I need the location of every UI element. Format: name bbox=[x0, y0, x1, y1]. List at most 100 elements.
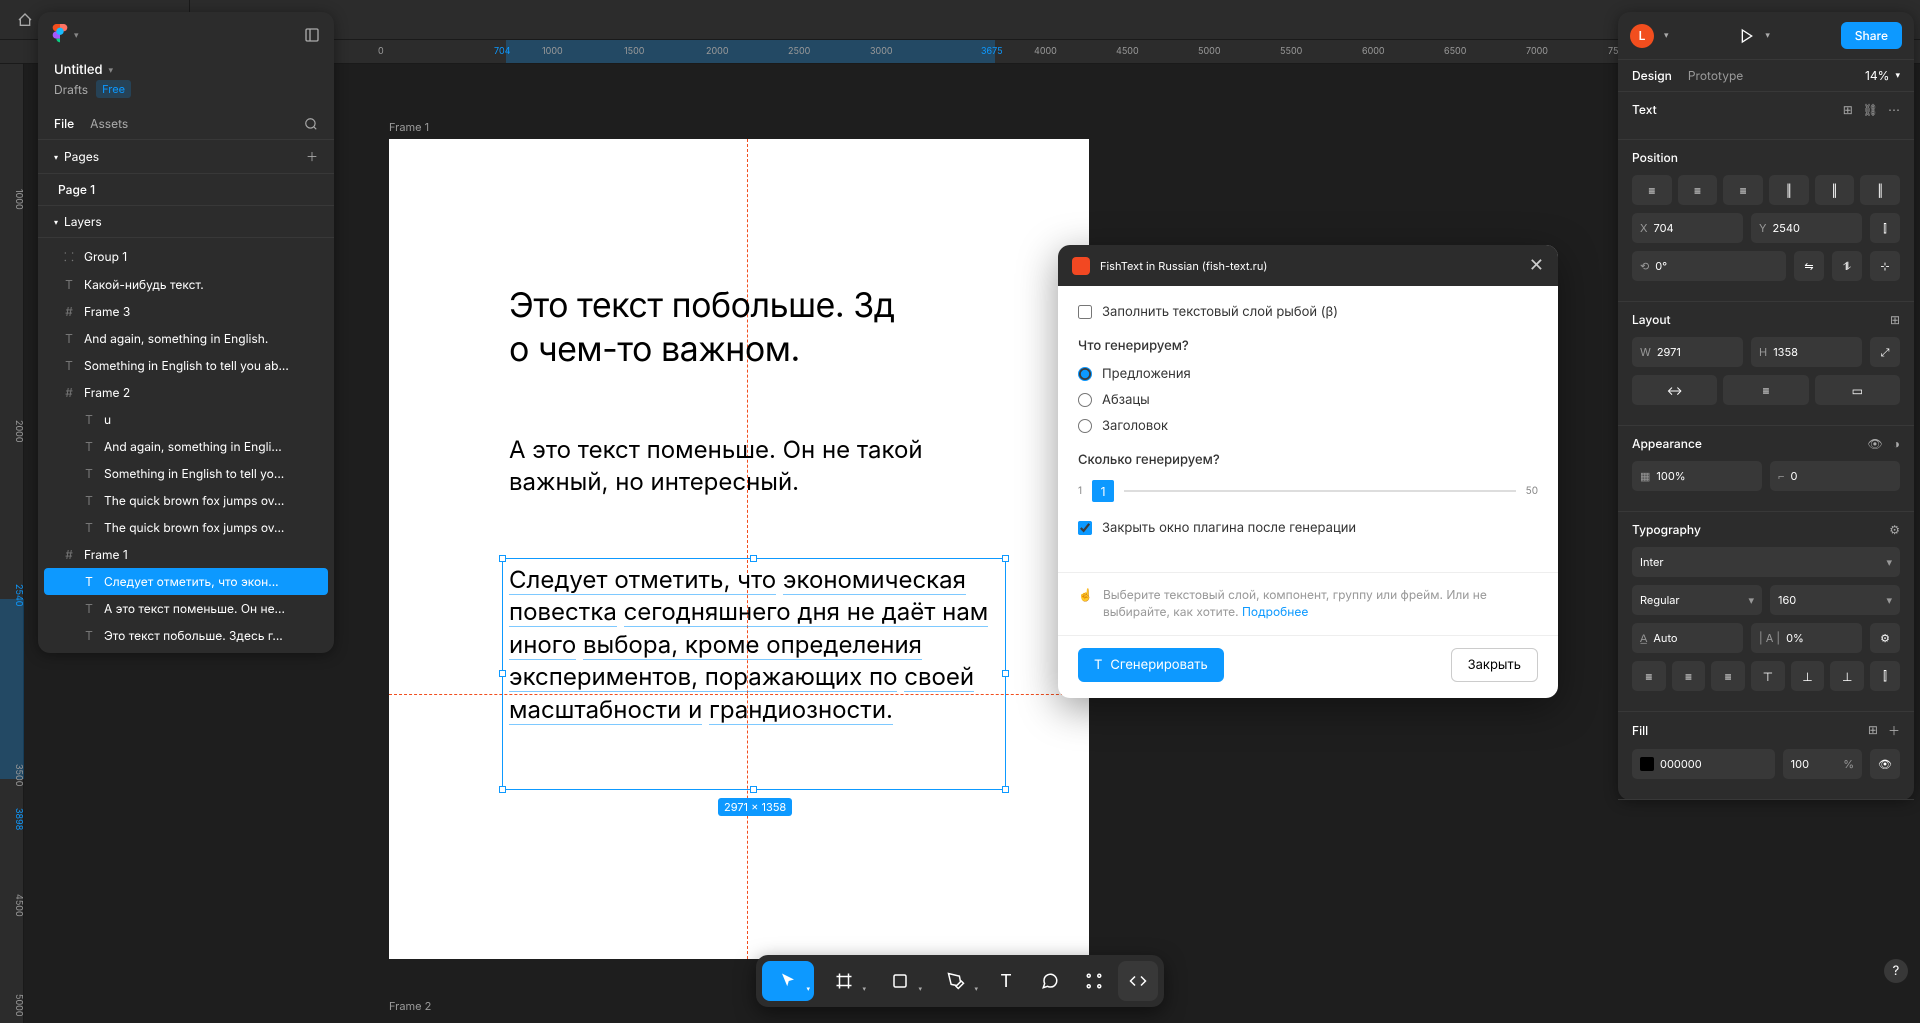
page-1[interactable]: Page 1 bbox=[38, 174, 334, 206]
layer-row[interactable]: TА это текст поменьше. Он не... bbox=[38, 595, 334, 622]
layer-row[interactable]: TThe quick brown fox jumps ov... bbox=[38, 514, 334, 541]
actions-tool[interactable] bbox=[1074, 961, 1114, 1001]
layer-row[interactable]: #Frame 2 bbox=[38, 379, 334, 406]
width-field[interactable]: W2971 bbox=[1632, 337, 1743, 367]
layer-row[interactable]: TThe quick brown fox jumps ov... bbox=[38, 487, 334, 514]
tab-file[interactable]: File bbox=[54, 116, 74, 131]
selection-handle[interactable] bbox=[750, 786, 757, 793]
layer-row[interactable]: ⸬Group 1 bbox=[38, 242, 334, 271]
visibility-icon[interactable]: 👁 bbox=[1868, 436, 1883, 451]
radio-sentences[interactable]: Предложения bbox=[1078, 366, 1538, 382]
text-align-bottom-icon[interactable]: ⊥ bbox=[1830, 661, 1864, 691]
layer-row[interactable]: TСледует отметить, что экон... bbox=[44, 568, 328, 595]
project-title[interactable]: Untitled ▾ bbox=[38, 58, 334, 78]
fill-visibility-icon[interactable]: 👁 bbox=[1870, 749, 1900, 779]
radio-paragraphs[interactable]: Абзацы bbox=[1078, 392, 1538, 408]
close-icon[interactable]: ✕ bbox=[1529, 255, 1544, 276]
zoom-level[interactable]: 14%▾ bbox=[1865, 68, 1900, 83]
blend-icon[interactable]: ◑ bbox=[1893, 436, 1900, 451]
weight-field[interactable]: Regular▾ bbox=[1632, 585, 1762, 615]
dev-mode-tool[interactable] bbox=[1118, 961, 1158, 1001]
layer-row[interactable]: TSomething in English to tell you ab... bbox=[38, 352, 334, 379]
size-field[interactable]: 160▾ bbox=[1770, 585, 1900, 615]
letter-spacing-field[interactable]: | A |0% bbox=[1751, 623, 1862, 653]
selection-handle[interactable] bbox=[1002, 670, 1009, 677]
drafts-label[interactable]: Drafts bbox=[54, 82, 88, 97]
x-field[interactable]: X704 bbox=[1632, 213, 1743, 243]
help-button[interactable]: ? bbox=[1884, 959, 1908, 983]
text-align-right-icon[interactable]: ≡ bbox=[1711, 661, 1745, 691]
lock-aspect-icon[interactable]: ⤢ bbox=[1870, 337, 1900, 367]
slider-track[interactable] bbox=[1124, 490, 1516, 492]
layer-row[interactable]: #Frame 1 bbox=[38, 541, 334, 568]
flip-v-icon[interactable]: ⥮ bbox=[1832, 251, 1862, 281]
typography-more-icon[interactable]: ⚙ bbox=[1870, 623, 1900, 653]
align-bottom-icon[interactable]: ‖ bbox=[1860, 175, 1900, 205]
layer-row[interactable]: TAnd again, something in English. bbox=[38, 325, 334, 352]
section-layers[interactable]: ▾Layers bbox=[38, 206, 334, 238]
layer-row[interactable]: TAnd again, something in Engli... bbox=[38, 433, 334, 460]
text-align-center-icon[interactable]: ≡ bbox=[1672, 661, 1706, 691]
position-more-icon[interactable]: ⫿ bbox=[1870, 213, 1900, 243]
free-badge[interactable]: Free bbox=[96, 80, 131, 98]
radius-field[interactable]: ⌐0 bbox=[1770, 461, 1900, 491]
modal-header[interactable]: FishText in Russian (fish-text.ru) ✕ bbox=[1058, 245, 1558, 286]
selection-handle[interactable] bbox=[1002, 786, 1009, 793]
opacity-field[interactable]: ▦100% bbox=[1632, 461, 1762, 491]
fill-styles-icon[interactable]: ⊞ bbox=[1868, 722, 1878, 739]
y-field[interactable]: Y2540 bbox=[1751, 213, 1862, 243]
close-button[interactable]: Закрыть bbox=[1451, 648, 1538, 682]
avatar[interactable]: L bbox=[1630, 24, 1654, 48]
comment-tool[interactable] bbox=[1030, 961, 1070, 1001]
link-icon[interactable]: ⛓ bbox=[1863, 102, 1878, 117]
radio-headings[interactable]: Заголовок bbox=[1078, 418, 1538, 434]
flip-h-icon[interactable]: ⇋ bbox=[1794, 251, 1824, 281]
search-icon[interactable] bbox=[304, 117, 318, 131]
rotation-field[interactable]: ⟲0° bbox=[1632, 251, 1786, 281]
grid-icon[interactable]: ⊞ bbox=[1843, 102, 1853, 117]
fill-opacity-field[interactable]: 100% bbox=[1783, 749, 1862, 779]
ruler-vertical[interactable]: 1000200025403500389845005000 bbox=[0, 64, 24, 1023]
layer-row[interactable]: TЭто текст побольше. Здесь г... bbox=[38, 622, 334, 649]
sidebar-toggle-icon[interactable] bbox=[304, 27, 320, 43]
checkbox-close-after[interactable]: Закрыть окно плагина после генерации bbox=[1078, 520, 1538, 536]
frame-tool[interactable]: ▾ bbox=[818, 961, 870, 1001]
text-settings-icon[interactable]: ⫿ bbox=[1870, 661, 1900, 691]
selection-handle[interactable] bbox=[499, 786, 506, 793]
resize-fixed-icon[interactable]: ▭ bbox=[1815, 375, 1900, 405]
selection-handle[interactable] bbox=[499, 670, 506, 677]
autolayout-icon[interactable]: ⊞ bbox=[1890, 312, 1900, 327]
align-center-h-icon[interactable]: ≡ bbox=[1678, 175, 1718, 205]
layer-row[interactable]: #Frame 3 bbox=[38, 298, 334, 325]
selection-handle[interactable] bbox=[499, 555, 506, 562]
tab-assets[interactable]: Assets bbox=[90, 116, 128, 131]
font-field[interactable]: Inter▾ bbox=[1632, 547, 1900, 577]
add-page-icon[interactable]: ＋ bbox=[306, 148, 318, 165]
align-center-v-icon[interactable]: ‖ bbox=[1815, 175, 1855, 205]
text-tool[interactable]: T bbox=[986, 961, 1026, 1001]
hint-link[interactable]: Подробнее bbox=[1242, 604, 1308, 619]
generate-button[interactable]: TСгенерировать bbox=[1078, 648, 1224, 682]
play-icon[interactable] bbox=[1739, 28, 1755, 44]
text-align-top-icon[interactable]: ⊤ bbox=[1751, 661, 1785, 691]
guide-vertical[interactable] bbox=[747, 139, 748, 959]
frame-label[interactable]: Frame 2 bbox=[389, 999, 431, 1013]
more-icon[interactable]: ⋯ bbox=[1888, 102, 1900, 117]
constraints-icon[interactable]: ⊹ bbox=[1870, 251, 1900, 281]
layer-row[interactable]: TКакой-нибудь текст. bbox=[38, 271, 334, 298]
pen-tool[interactable]: ▾ bbox=[930, 961, 982, 1001]
fill-color-field[interactable]: 000000 bbox=[1632, 749, 1775, 779]
selection-handle[interactable] bbox=[750, 555, 757, 562]
height-field[interactable]: H1358 bbox=[1751, 337, 1862, 367]
text-headline[interactable]: Это текст побольше. Здо чем-то важном. bbox=[509, 284, 1089, 372]
text-align-middle-icon[interactable]: ⊥ bbox=[1791, 661, 1825, 691]
align-top-icon[interactable]: ‖ bbox=[1769, 175, 1809, 205]
slider-value[interactable]: 1 bbox=[1092, 480, 1114, 502]
align-right-icon[interactable]: ≡ bbox=[1723, 175, 1763, 205]
shape-tool[interactable]: ▾ bbox=[874, 961, 926, 1001]
line-height-field[interactable]: A̲Auto bbox=[1632, 623, 1743, 653]
frame-label[interactable]: Frame 1 bbox=[389, 120, 429, 134]
figma-menu[interactable]: ▾ bbox=[52, 24, 79, 46]
selection-handle[interactable] bbox=[1002, 555, 1009, 562]
frame-1[interactable] bbox=[389, 139, 1089, 959]
